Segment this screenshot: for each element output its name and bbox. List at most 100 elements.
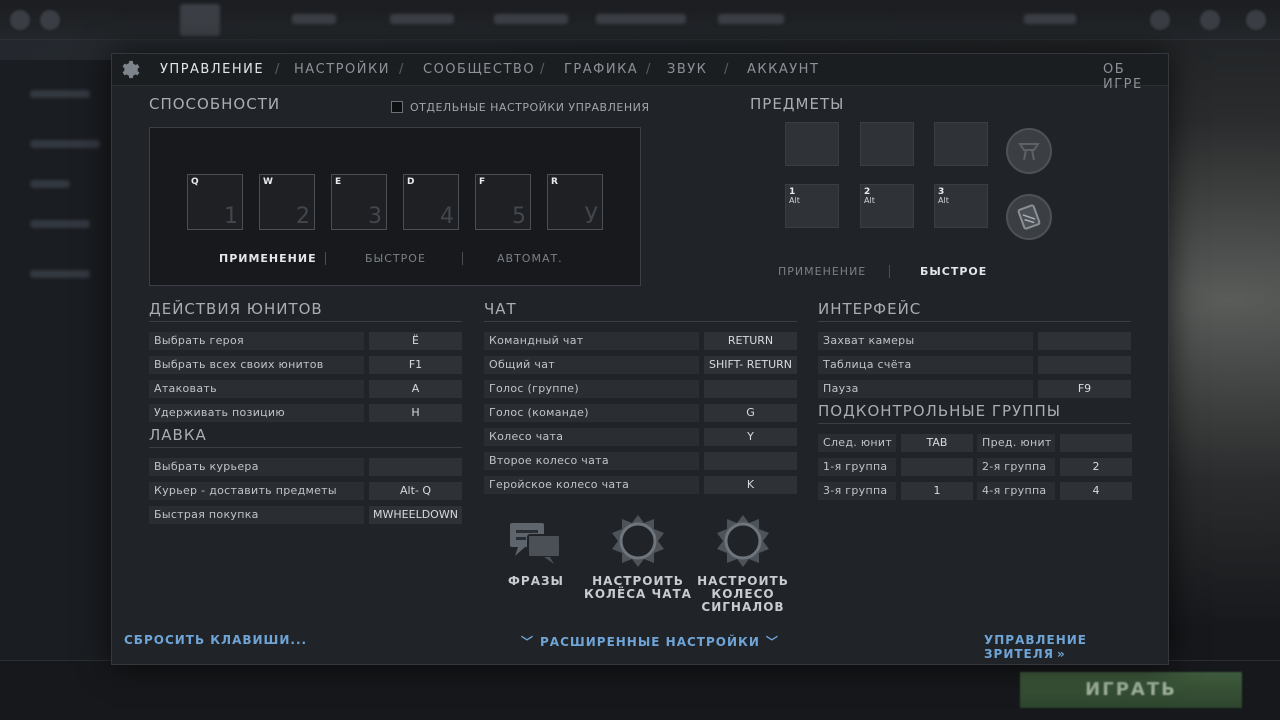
items-title: ПРЕДМЕТЫ: [750, 95, 845, 113]
ability-slot-ultimate[interactable]: R У: [547, 174, 603, 230]
unit-action-label: Выбрать героя: [149, 332, 364, 350]
hotkey-team-chat[interactable]: RETURN: [704, 332, 797, 350]
blurred-text: [30, 270, 90, 278]
label-line: СИГНАЛОВ: [701, 600, 785, 614]
hotkey-attack[interactable]: A: [369, 380, 462, 398]
hotkey-pause[interactable]: F9: [1038, 380, 1131, 398]
ability-number: 2: [296, 204, 310, 229]
spectator-controls-link[interactable]: УПРАВЛЕНИЕ ЗРИТЕЛЯ»: [984, 633, 1168, 661]
ability-slot-5[interactable]: F 5: [475, 174, 531, 230]
mode-separator: [889, 265, 890, 278]
hotkey-second-chat-wheel[interactable]: [704, 452, 797, 470]
ability-number: 4: [440, 204, 454, 229]
group-label: 3-я группа: [818, 482, 896, 500]
hotkey-all-chat[interactable]: SHIFT- RETURN: [704, 356, 797, 374]
nav-blurred-4: [596, 14, 686, 24]
interface-title: ИНТЕРФЕЙС: [818, 300, 922, 318]
tab-controls[interactable]: УПРАВЛЕНИЕ: [160, 62, 264, 77]
tp-scroll-slot[interactable]: [1006, 194, 1052, 240]
hotkey-group-2[interactable]: 2: [1060, 458, 1132, 476]
hotkey-voice-party[interactable]: [704, 380, 797, 398]
separate-settings-label[interactable]: ОТДЕЛЬНЫЕ НАСТРОЙКИ УПРАВЛЕНИЯ: [410, 101, 649, 114]
hotkey-select-hero[interactable]: Ё: [369, 332, 462, 350]
hotkey-voice-team[interactable]: G: [704, 404, 797, 422]
item-slot-2[interactable]: [860, 122, 914, 166]
tab-community[interactable]: СООБЩЕСТВО: [423, 62, 535, 77]
unit-action-label: Удерживать позицию: [149, 404, 364, 422]
item-mode-cast[interactable]: ПРИМЕНЕНИЕ: [778, 265, 866, 278]
blurred-text: [30, 90, 90, 98]
item-slot-4[interactable]: 1 Alt: [785, 184, 839, 228]
hotkey-scoreboard[interactable]: [1038, 356, 1131, 374]
reset-keys-link[interactable]: СБРОСИТЬ КЛАВИШИ...: [124, 633, 307, 647]
ability-key: D: [407, 177, 415, 187]
chat-action-label: Общий чат: [484, 356, 699, 374]
neutral-item-icon: [1018, 143, 1040, 161]
hotkey-group-3[interactable]: 1: [901, 482, 973, 500]
hotkey-chat-wheel[interactable]: Y: [704, 428, 797, 446]
double-chevron-right-icon: »: [1056, 647, 1066, 661]
ability-slot-2[interactable]: W 2: [259, 174, 315, 230]
hotkey-quick-buy[interactable]: MWHEELDOWN: [369, 506, 462, 524]
section-divider: [149, 447, 462, 448]
power-icon: [1246, 10, 1266, 30]
item-slot-3[interactable]: [934, 122, 988, 166]
ability-slot-3[interactable]: E 3: [331, 174, 387, 230]
hotkey-camera-grab[interactable]: [1038, 332, 1131, 350]
section-divider: [149, 321, 462, 322]
nav-blurred-3: [494, 14, 568, 24]
item-slot-1[interactable]: [785, 122, 839, 166]
hotkey-group-1[interactable]: [901, 458, 973, 476]
hotkey-select-all-units[interactable]: F1: [369, 356, 462, 374]
tab-sound[interactable]: ЗВУК: [667, 62, 707, 77]
chevron-down-icon: ﹀: [521, 635, 535, 649]
blurred-text: [30, 140, 100, 148]
chat-wheel-icon[interactable]: [610, 513, 666, 569]
item-modifier: Alt: [864, 196, 875, 205]
hotkey-hold-position[interactable]: H: [369, 404, 462, 422]
hotkey-prev-unit[interactable]: [1060, 434, 1132, 452]
tab-about[interactable]: ОБ ИГРЕ: [1103, 62, 1168, 92]
ability-mode-quick[interactable]: БЫСТРОЕ: [365, 252, 426, 265]
currency-blurred: [1024, 14, 1076, 24]
section-divider: [818, 321, 1131, 322]
shop-title: ЛАВКА: [149, 426, 207, 444]
settings-icon: [40, 10, 60, 30]
blurred-text: [30, 220, 90, 228]
configure-chat-wheels-label[interactable]: НАСТРОИТЬ КОЛЁСА ЧАТА: [583, 575, 693, 601]
configure-signal-wheel-label[interactable]: НАСТРОИТЬ КОЛЕСО СИГНАЛОВ: [688, 575, 798, 614]
phrases-label[interactable]: ФРАЗЫ: [496, 575, 576, 588]
advanced-settings-link[interactable]: ﹀ РАСШИРЕННЫЕ НАСТРОЙКИ ﹀: [521, 633, 779, 650]
client-left-column: [0, 60, 112, 660]
tab-account[interactable]: АККАУНТ: [747, 62, 819, 77]
ability-slot-4[interactable]: D 4: [403, 174, 459, 230]
mode-separator: [462, 252, 463, 265]
abilities-title: СПОСОБНОСТИ: [149, 95, 281, 113]
signal-wheel-icon[interactable]: [715, 513, 771, 569]
ability-mode-auto[interactable]: АВТОМАТ.: [497, 252, 563, 265]
item-slot-5[interactable]: 2 Alt: [860, 184, 914, 228]
play-button[interactable]: ИГРАТЬ: [1020, 672, 1242, 708]
hotkey-select-courier[interactable]: [369, 458, 462, 476]
ability-number: 3: [368, 204, 382, 229]
nav-blurred-1: [292, 14, 336, 24]
gear-icon[interactable]: [118, 59, 140, 81]
item-mode-quick[interactable]: БЫСТРОЕ: [920, 265, 987, 278]
tab-settings[interactable]: НАСТРОЙКИ: [294, 62, 390, 77]
nav-blurred-5: [718, 14, 784, 24]
label-line: КОЛЁСА ЧАТА: [584, 587, 692, 601]
chat-action-label: Второе колесо чата: [484, 452, 699, 470]
hotkey-hero-chat-wheel[interactable]: K: [704, 476, 797, 494]
ability-slot-1[interactable]: Q 1: [187, 174, 243, 230]
tab-separator: /: [646, 62, 651, 77]
phrases-icon[interactable]: [508, 520, 562, 566]
neutral-item-slot[interactable]: [1006, 128, 1052, 174]
hotkey-group-4[interactable]: 4: [1060, 482, 1132, 500]
hotkey-next-unit[interactable]: TAB: [901, 434, 973, 452]
ability-mode-cast[interactable]: ПРИМЕНЕНИЕ: [219, 252, 317, 265]
tab-graphics[interactable]: ГРАФИКА: [564, 62, 638, 77]
chevron-down-icon: ﹀: [765, 635, 779, 649]
item-slot-6[interactable]: 3 Alt: [934, 184, 988, 228]
hotkey-courier-deliver[interactable]: Alt- Q: [369, 482, 462, 500]
separate-settings-checkbox[interactable]: [391, 101, 403, 113]
